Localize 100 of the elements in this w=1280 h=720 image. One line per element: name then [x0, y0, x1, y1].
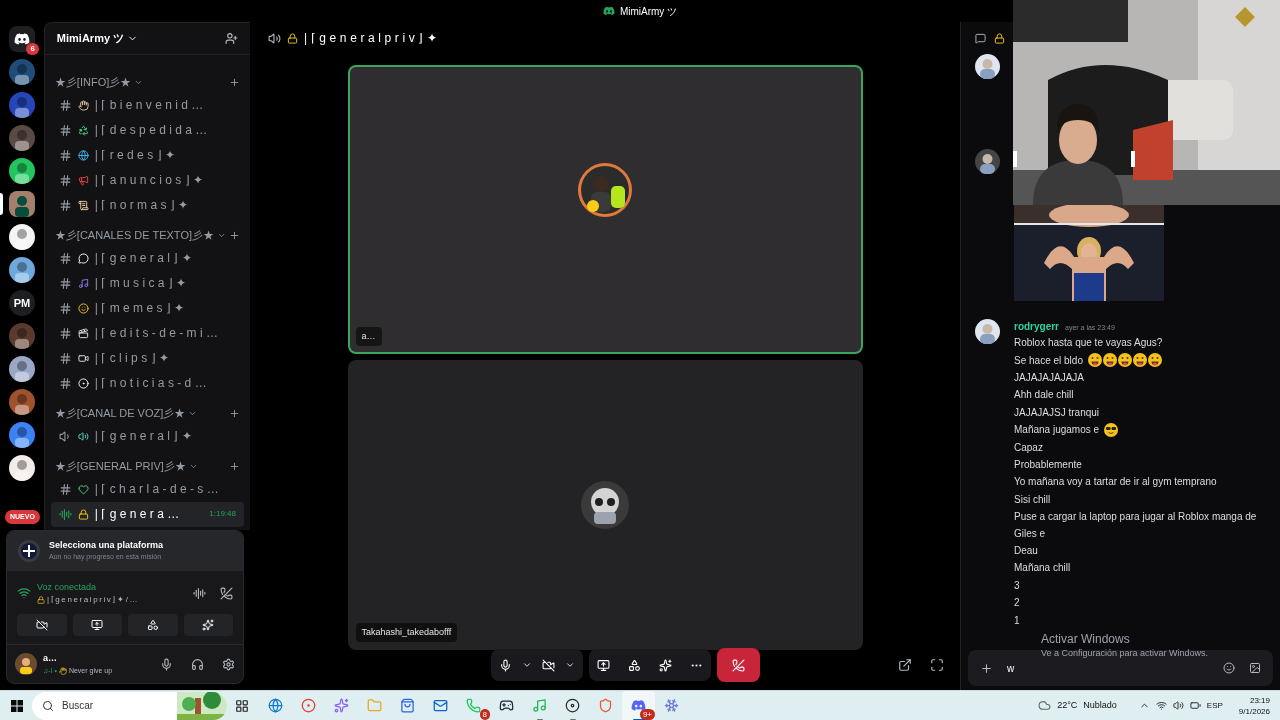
start-button[interactable] — [11, 699, 23, 712]
hang-up-icon — [731, 658, 745, 672]
channel-item[interactable]: |⌈general⌋✦ — [50, 245, 244, 271]
chat-bubble-icon[interactable] — [975, 32, 986, 44]
add-channel-icon[interactable] — [229, 408, 240, 420]
soundboard-icon[interactable] — [658, 658, 672, 672]
server-icon[interactable] — [8, 389, 35, 415]
add-channel-icon[interactable] — [229, 461, 240, 473]
server-icon[interactable] — [8, 455, 35, 481]
server-icon[interactable] — [8, 323, 35, 349]
add-person-icon[interactable] — [225, 31, 238, 45]
microphone-icon[interactable] — [498, 658, 512, 672]
category-title[interactable]: ★彡[CANALES DE TEXTO]彡★ — [54, 227, 214, 244]
search-field[interactable]: Buscar — [62, 698, 162, 713]
server-icon[interactable] — [8, 422, 35, 448]
taskbar-app[interactable]: 9+ — [622, 690, 655, 720]
server-icon[interactable] — [8, 158, 35, 184]
wifi-icon[interactable] — [1155, 700, 1167, 711]
image-icon[interactable] — [1249, 662, 1261, 674]
language-indicator[interactable]: ESP — [1206, 699, 1223, 712]
channel-item[interactable]: |⌈normas⌋✦ — [50, 192, 244, 218]
screen-share-button[interactable] — [72, 614, 122, 636]
message-text: Puse a cargar la laptop para jugar al Roblox manga de Giles e — [1014, 509, 1258, 541]
activities-button[interactable] — [128, 614, 178, 636]
video-tile[interactable]: Takahashi_takedabofff — [347, 360, 863, 650]
category-title[interactable]: ★彡[INFO]彡★ — [54, 74, 132, 91]
user-avatar[interactable] — [15, 653, 37, 675]
participant-name: Takahashi_takedabofff — [355, 622, 458, 642]
server-icon[interactable] — [8, 224, 35, 250]
channel-item[interactable]: |⌈despedida… — [50, 117, 244, 143]
activation-subtitle: Ve a Configuración para activar Windows. — [1041, 647, 1209, 660]
channel-item[interactable]: |⌈general⌋✦ — [50, 423, 244, 449]
notification-badge: 6 — [26, 43, 39, 55]
message-text: Ahh dale chill — [1014, 388, 1074, 403]
category-title[interactable]: ★彡[GENERAL PRIV]彡★ — [54, 458, 186, 475]
emoji-icon[interactable] — [1223, 662, 1235, 674]
shapes-icon — [146, 619, 159, 631]
server-icon[interactable] — [8, 356, 35, 382]
server-icon[interactable] — [8, 92, 35, 118]
camera-button[interactable] — [17, 614, 67, 636]
channel-item[interactable]: |⌈genera… 1:19:48 — [50, 501, 244, 527]
channel-item[interactable]: |⌈noticias-d… — [50, 370, 244, 396]
channel-item[interactable]: |⌈bienvenid… — [50, 92, 244, 118]
hash-icon — [58, 326, 72, 340]
microphone-icon[interactable] — [160, 657, 173, 671]
pop-out-icon[interactable] — [898, 658, 912, 672]
add-attachment-icon[interactable] — [980, 661, 993, 675]
hang-up-button[interactable] — [716, 648, 760, 682]
soundboard-button[interactable] — [183, 614, 233, 636]
message-author[interactable]: rodrygerr — [1014, 319, 1059, 334]
user-avatar[interactable] — [975, 54, 1000, 79]
settings-icon[interactable] — [222, 657, 235, 671]
app-logo-icon — [602, 5, 615, 17]
channel-item[interactable]: |⌈memes⌋✦ — [50, 295, 244, 321]
hand-icon — [77, 99, 89, 111]
server-icon[interactable] — [8, 59, 35, 85]
home-button[interactable] — [8, 26, 35, 52]
circle-logo-icon — [301, 698, 316, 713]
channel-item[interactable]: |⌈edits-de-mi… — [50, 320, 244, 346]
taskbar-app[interactable]: 8 — [457, 690, 490, 720]
channel-item[interactable]: |⌈charla-de-s… — [50, 476, 244, 502]
disconnect-icon[interactable] — [220, 586, 233, 600]
channel-item[interactable]: |⌈clips⌋✦ — [50, 345, 244, 371]
add-channel-icon[interactable] — [229, 230, 240, 242]
server-icon[interactable] — [8, 125, 35, 151]
channel-item[interactable]: |⌈redes⌋✦ — [50, 142, 244, 168]
user-avatar[interactable] — [975, 149, 1000, 174]
server-name[interactable]: MimiArmy ツ — [56, 30, 125, 47]
battery-icon[interactable] — [1189, 700, 1201, 711]
voice-channel-name[interactable]: |⌈generalpriv⌋✦/… — [47, 594, 140, 606]
fullscreen-icon[interactable] — [930, 658, 944, 672]
user-avatar[interactable] — [975, 319, 1000, 344]
add-channel-icon[interactable] — [229, 77, 240, 89]
search-icon — [42, 699, 54, 712]
clock-time: 23:19 — [1249, 694, 1270, 706]
volume-icon[interactable] — [1172, 700, 1184, 711]
speaker-icon — [268, 31, 281, 45]
hash-icon — [58, 98, 72, 112]
hash-icon — [58, 482, 72, 496]
message-text: Capaz — [1014, 440, 1043, 455]
camera-off-icon[interactable] — [541, 658, 555, 672]
message-input[interactable]: w — [1007, 660, 1209, 676]
chevron-down-icon[interactable] — [564, 660, 575, 670]
channel-item[interactable]: |⌈musica⌋✦ — [50, 270, 244, 296]
headphones-icon[interactable] — [191, 657, 204, 671]
server-icon[interactable]: PM — [8, 290, 35, 316]
smiley-icon — [77, 302, 89, 314]
window-title: MimiArmy ツ — [619, 4, 678, 19]
video-tile[interactable]: a… — [347, 65, 863, 354]
channel-item[interactable]: |⌈anuncios⌋✦ — [50, 167, 244, 193]
sound-wave-icon[interactable] — [193, 586, 206, 600]
screen-share-icon[interactable] — [596, 658, 610, 672]
megaphone-icon — [77, 174, 89, 186]
chevron-down-icon[interactable] — [521, 660, 532, 670]
category-title[interactable]: ★彡[CANAL DE VOZ]彡★ — [54, 405, 186, 422]
server-icon[interactable] — [8, 257, 35, 283]
search-box[interactable]: Buscar — [32, 691, 227, 720]
hash-icon — [58, 198, 72, 212]
task-view-icon[interactable] — [235, 698, 249, 713]
activities-icon[interactable] — [627, 658, 641, 672]
